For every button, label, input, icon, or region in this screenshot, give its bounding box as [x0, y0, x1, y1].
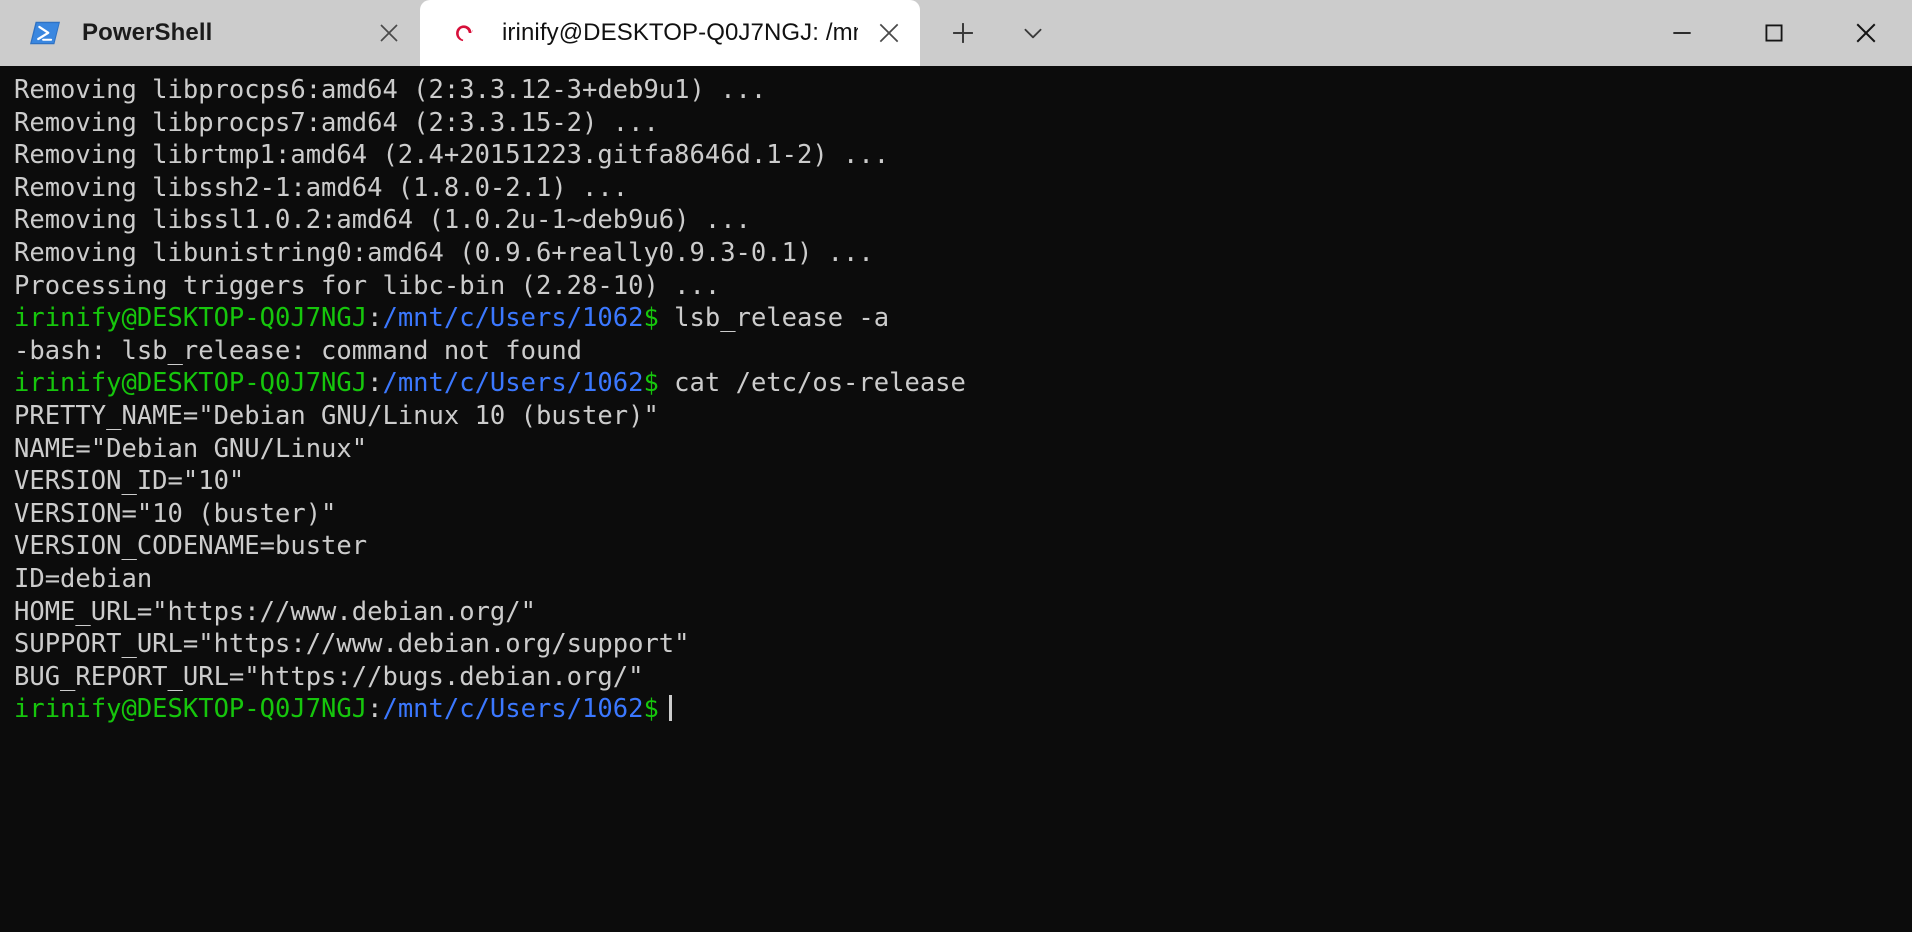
terminal-output-text: Removing libssh2-1:amd64 (1.8.0-2.1) ... — [14, 172, 629, 203]
terminal-output-text: NAME="Debian GNU/Linux" — [14, 433, 368, 464]
terminal-output-text: VERSION_CODENAME=buster — [14, 531, 368, 562]
terminal-output-text: Removing libssl1.0.2:amd64 (1.0.2u-1~deb… — [14, 205, 751, 236]
terminal-output-line: VERSION="10 (buster)" — [14, 498, 1912, 531]
window-controls — [1636, 0, 1912, 66]
terminal-output-line: -bash: lsb_release: command not found — [14, 335, 1912, 368]
tab-close-button-debian[interactable] — [858, 0, 920, 66]
terminal-output-line: Removing libprocps7:amd64 (2:3.3.15-2) .… — [14, 107, 1912, 140]
maximize-button[interactable] — [1728, 0, 1820, 66]
terminal-output-text: PRETTY_NAME="Debian GNU/Linux 10 (buster… — [14, 400, 659, 431]
chevron-down-icon — [1024, 28, 1042, 39]
terminal-prompt-line: irinify@DESKTOP-Q0J7NGJ:/mnt/c/Users/106… — [14, 302, 1912, 335]
tab-dropdown-button[interactable] — [1004, 0, 1062, 66]
terminal-output-text: BUG_REPORT_URL="https://bugs.debian.org/… — [14, 661, 644, 692]
terminal-output-line: VERSION_ID="10" — [14, 465, 1912, 498]
tab-strip: PowerShell irinify@DESKTOP-Q0J7NGJ: /mn — [0, 0, 920, 66]
title-bar: PowerShell irinify@DESKTOP-Q0J7NGJ: /mn — [0, 0, 1912, 66]
close-button[interactable] — [1820, 0, 1912, 66]
prompt-separator: : — [367, 694, 383, 725]
terminal-output-text: HOME_URL="https://www.debian.org/" — [14, 596, 536, 627]
close-icon — [1856, 23, 1876, 43]
prompt-symbol: $ — [643, 694, 659, 725]
terminal-output-line: NAME="Debian GNU/Linux" — [14, 433, 1912, 466]
terminal-output-text: Removing libprocps7:amd64 (2:3.3.15-2) .… — [14, 107, 659, 138]
prompt-path: /mnt/c/Users/1062 — [382, 368, 644, 399]
minimize-icon — [1673, 32, 1691, 34]
tab-title-debian: irinify@DESKTOP-Q0J7NGJ: /mn — [502, 21, 858, 45]
prompt-user-host: irinify@DESKTOP-Q0J7NGJ — [14, 303, 368, 334]
terminal-prompt-line: irinify@DESKTOP-Q0J7NGJ:/mnt/c/Users/106… — [14, 367, 1912, 400]
terminal-command: cat /etc/os-release — [658, 368, 966, 399]
terminal-output-line: PRETTY_NAME="Debian GNU/Linux 10 (buster… — [14, 400, 1912, 433]
terminal-output-line: Removing libprocps6:amd64 (2:3.3.12-3+de… — [14, 74, 1912, 107]
terminal-output-text: -bash: lsb_release: command not found — [14, 335, 583, 366]
terminal-body[interactable]: Removing libprocps6:amd64 (2:3.3.12-3+de… — [0, 66, 1912, 932]
tab-powershell[interactable]: PowerShell — [0, 0, 420, 66]
prompt-symbol: $ — [643, 303, 659, 334]
prompt-symbol: $ — [643, 368, 659, 399]
maximize-icon — [1765, 24, 1783, 42]
prompt-user-host: irinify@DESKTOP-Q0J7NGJ — [14, 694, 368, 725]
terminal-output-line: ID=debian — [14, 563, 1912, 596]
terminal-output-line: VERSION_CODENAME=buster — [14, 530, 1912, 563]
new-tab-button[interactable] — [934, 0, 992, 66]
minimize-button[interactable] — [1636, 0, 1728, 66]
terminal-output-text: Removing libprocps6:amd64 (2:3.3.12-3+de… — [14, 75, 767, 105]
terminal-output-line: HOME_URL="https://www.debian.org/" — [14, 596, 1912, 629]
terminal-output: Removing libprocps6:amd64 (2:3.3.12-3+de… — [14, 74, 1912, 726]
terminal-output-text: VERSION_ID="10" — [14, 466, 245, 497]
terminal-output-line: Processing triggers for libc-bin (2.28-1… — [14, 270, 1912, 303]
terminal-output-line: Removing libssh2-1:amd64 (1.8.0-2.1) ... — [14, 172, 1912, 205]
tab-title-powershell: PowerShell — [82, 21, 213, 45]
terminal-output-line: Removing librtmp1:amd64 (2.4+20151223.gi… — [14, 139, 1912, 172]
prompt-path: /mnt/c/Users/1062 — [382, 694, 644, 725]
terminal-output-text: Processing triggers for libc-bin (2.28-1… — [14, 270, 721, 301]
prompt-separator: : — [367, 303, 383, 334]
powershell-icon — [28, 16, 62, 50]
plus-icon — [953, 23, 973, 43]
tab-debian[interactable]: irinify@DESKTOP-Q0J7NGJ: /mn — [420, 0, 920, 66]
terminal-cursor — [668, 695, 672, 722]
terminal-output-text: Removing librtmp1:amd64 (2.4+20151223.gi… — [14, 140, 890, 171]
debian-icon — [448, 16, 482, 50]
prompt-path: /mnt/c/Users/1062 — [382, 303, 644, 334]
prompt-separator: : — [367, 368, 383, 399]
terminal-output-line: Removing libssl1.0.2:amd64 (1.0.2u-1~deb… — [14, 204, 1912, 237]
terminal-output-text: SUPPORT_URL="https://www.debian.org/supp… — [14, 629, 690, 660]
terminal-output-line: Removing libunistring0:amd64 (0.9.6+real… — [14, 237, 1912, 270]
terminal-command: lsb_release -a — [658, 303, 890, 334]
terminal-prompt-line: irinify@DESKTOP-Q0J7NGJ:/mnt/c/Users/106… — [14, 693, 1912, 726]
prompt-user-host: irinify@DESKTOP-Q0J7NGJ — [14, 368, 368, 399]
terminal-output-text: ID=debian — [14, 563, 153, 594]
terminal-output-line: SUPPORT_URL="https://www.debian.org/supp… — [14, 628, 1912, 661]
terminal-window: PowerShell irinify@DESKTOP-Q0J7NGJ: /mn … — [0, 0, 1912, 932]
terminal-output-text: Removing libunistring0:amd64 (0.9.6+real… — [14, 237, 874, 268]
terminal-output-line: BUG_REPORT_URL="https://bugs.debian.org/… — [14, 661, 1912, 694]
tab-close-button-powershell[interactable] — [358, 0, 420, 66]
window-drag-region — [1062, 0, 1636, 66]
terminal-output-text: VERSION="10 (buster)" — [14, 498, 337, 529]
